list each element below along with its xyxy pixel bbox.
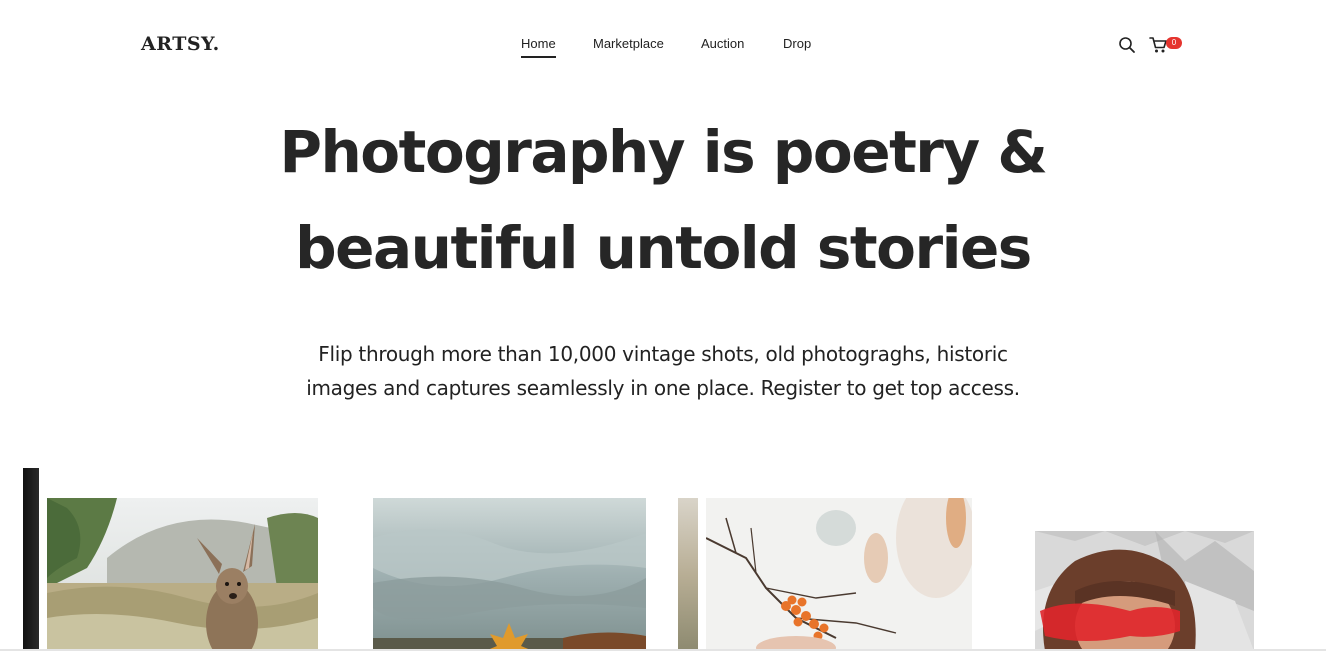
- page: ARTSY. Home Marketplace Auction Drop 0 P…: [0, 0, 1326, 651]
- hero-subtitle-line-2: images and captures seamlessly in one pl…: [306, 376, 1020, 400]
- hero-title-line-1: Photography is poetry &: [279, 118, 1049, 186]
- nav-marketplace[interactable]: Marketplace: [593, 36, 664, 51]
- gallery-photo-person-red-glasses[interactable]: [1035, 531, 1254, 651]
- cart-button[interactable]: 0: [1149, 36, 1185, 54]
- hero-subtitle: Flip through more than 10,000 vintage sh…: [263, 337, 1063, 405]
- search-icon: [1119, 37, 1135, 53]
- hero-title-line-2: beautiful untold stories: [295, 214, 1032, 282]
- nav-drop[interactable]: Drop: [783, 36, 811, 51]
- hero-subtitle-line-1: Flip through more than 10,000 vintage sh…: [318, 342, 1008, 366]
- gallery-photo-partial-left: [23, 468, 39, 651]
- nav-home[interactable]: Home: [521, 36, 556, 58]
- hero-title: Photography is poetry & beautiful untold…: [0, 104, 1326, 296]
- gallery-photo-berry-branch[interactable]: [706, 498, 972, 651]
- cloudy-sky-image: [373, 498, 646, 651]
- nav-auction[interactable]: Auction: [701, 36, 744, 51]
- person-red-glasses-image: [1035, 531, 1254, 651]
- gallery-photo-cloudy-sky[interactable]: [373, 498, 646, 651]
- cart-count-badge: 0: [1166, 37, 1182, 49]
- kangaroo-image: [47, 498, 318, 651]
- berry-branch-image: [706, 498, 972, 651]
- search-button[interactable]: [1118, 36, 1136, 54]
- gallery-photo-partial-middle: [678, 498, 698, 651]
- gallery-photo-kangaroo[interactable]: [47, 498, 318, 651]
